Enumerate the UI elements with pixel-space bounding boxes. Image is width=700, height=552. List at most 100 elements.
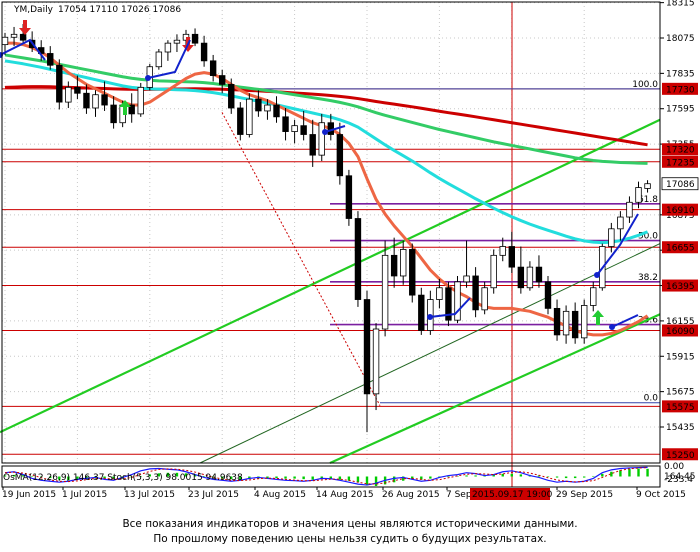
osma-bar [338, 476, 342, 480]
candle-body [83, 92, 90, 109]
candle-body [399, 249, 407, 277]
time-label: 1 Jul 2015 [62, 490, 107, 500]
osma-bar [628, 469, 631, 477]
candle-body [237, 107, 244, 135]
candle-body [508, 246, 515, 268]
time-label: 13 Jul 2015 [124, 490, 175, 500]
indicator-bottom-value: -233.4 [664, 475, 693, 485]
candle-body [200, 42, 208, 62]
indicator-zero-value: 0.00 [664, 462, 684, 472]
disclaimer-line-1: Все показания индикаторов и значения цен… [122, 518, 578, 530]
candle-body [65, 86, 72, 103]
osma-bar [601, 473, 604, 477]
candle-body [581, 305, 588, 339]
level-badge-label: 16395 [666, 282, 695, 292]
candle-body [436, 287, 443, 300]
osma-bar [284, 476, 287, 479]
ohlc-readout: 17054 17110 17026 17086 [58, 5, 181, 15]
candle-body [246, 98, 253, 135]
osma-bar [465, 475, 468, 477]
osma-bar [392, 476, 396, 483]
candle-body [535, 266, 543, 283]
candle-body [218, 75, 226, 85]
chart-title: YM,Daily [13, 5, 54, 15]
candle-body [273, 104, 280, 118]
osma-bar [474, 475, 477, 477]
swing-dot [427, 314, 433, 320]
candle-body [336, 134, 344, 177]
candle-body [164, 42, 172, 53]
candle-body [228, 84, 235, 109]
candle-body [463, 275, 470, 283]
indicator-label: OsMA(12,26,9) 146.37 Stoch(5,3,3) 98.001… [3, 473, 243, 483]
candle-body [526, 266, 534, 289]
osma-bar [546, 476, 550, 477]
time-label: 19 Jun 2015 [2, 490, 56, 500]
price-tick-label: 17835 [666, 69, 695, 79]
osma-bar [646, 468, 649, 477]
swing-dot [145, 75, 151, 81]
candle-body [562, 310, 570, 336]
candle-body [110, 104, 117, 124]
candle-body [481, 287, 488, 311]
time-label: 4 Aug 2015 [254, 490, 306, 500]
price-tick-label: 15915 [666, 352, 695, 362]
candle-body [608, 228, 615, 247]
chart-canvas: 100.061.850.038.223.60.0 183151807517835… [0, 0, 700, 513]
fib-label: 100.0 [632, 80, 658, 90]
swing-dot [609, 324, 615, 330]
osma-bar [573, 476, 577, 479]
candle-body [282, 116, 289, 132]
osma-bar [311, 476, 314, 480]
time-label: 23 Jul 2015 [188, 490, 239, 500]
candle-body [1, 36, 9, 46]
fib-label: 0.0 [644, 394, 659, 404]
candle-body [327, 122, 334, 135]
candle-body [544, 281, 552, 309]
candle-body [209, 60, 217, 76]
osma-bar [374, 476, 378, 486]
osma-bar [293, 476, 296, 479]
level-badge-label: 16655 [666, 244, 695, 254]
disclaimer-line-2: По прошлому поведению цены нельзя судить… [153, 533, 547, 545]
price-tick-label: 15435 [666, 423, 695, 433]
price-tick-label: 18315 [666, 0, 695, 9]
time-label: 26 Aug 2015 [382, 490, 440, 500]
time-label: 14 Aug 2015 [316, 490, 374, 500]
time-marker-label: 2015.09.17 19:00 [472, 490, 553, 500]
time-label: 9 Oct 2015 [636, 490, 686, 500]
candle-body [553, 307, 561, 336]
candle-body [490, 254, 497, 289]
osma-bar [356, 476, 360, 483]
candle-body [363, 299, 371, 395]
level-badge-label: 16910 [666, 206, 695, 216]
osma-bar [637, 468, 640, 477]
osma-bar [592, 475, 595, 477]
candle-body [472, 275, 479, 311]
swing-dot [322, 129, 328, 135]
candle-body [300, 125, 307, 135]
osma-bar [510, 473, 513, 477]
candle-body [101, 94, 108, 106]
osma-bar [555, 476, 559, 478]
candle-body [19, 33, 27, 41]
candle-body [137, 86, 144, 115]
candle-body [626, 201, 633, 218]
candle-body [264, 104, 271, 112]
current-price-label: 17086 [666, 180, 695, 190]
level-badge-label: 15575 [666, 403, 695, 413]
price-tick-label: 17595 [666, 105, 695, 115]
candle-body [571, 310, 579, 339]
osma-bar [447, 476, 450, 478]
candle-body [309, 134, 316, 156]
candle-body [590, 287, 597, 306]
disclaimer: Все показания индикаторов и значения цен… [0, 517, 700, 547]
price-tick-label: 15675 [666, 388, 695, 398]
swing-dot [594, 272, 600, 278]
level-badge-label: 17320 [666, 146, 695, 156]
candle-body [155, 51, 163, 68]
candle-body [291, 125, 298, 132]
candle-body [372, 328, 380, 395]
osma-bar [275, 476, 278, 479]
level-badge-label: 16090 [666, 327, 695, 337]
